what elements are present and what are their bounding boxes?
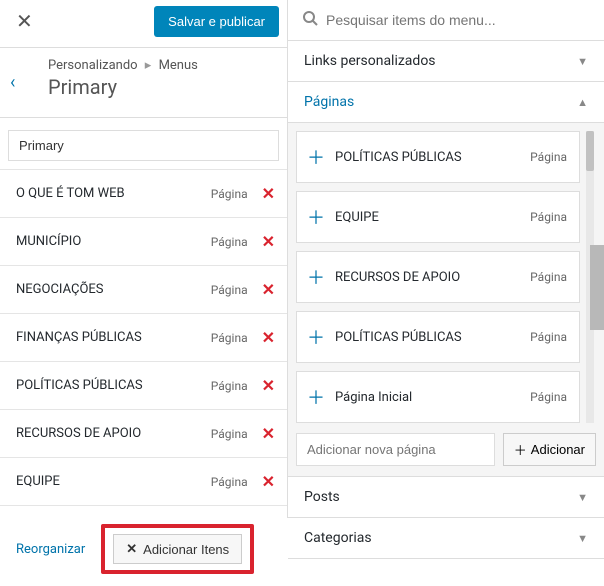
back-icon[interactable]: ‹ [10, 72, 15, 93]
menu-item-type: Página [211, 187, 248, 201]
search-row [288, 0, 604, 41]
menu-item-row[interactable]: RECURSOS DE APOIO Página ✕ [0, 410, 287, 458]
section-label: Categorias [304, 530, 372, 546]
available-page-title: Página Inicial [335, 390, 412, 405]
add-page-button[interactable]: ＋ Adicionar [503, 433, 596, 466]
remove-icon[interactable]: ✕ [262, 472, 275, 491]
page-title: Primary [48, 75, 287, 99]
topbar: ✕ Salvar e publicar [0, 0, 287, 48]
new-page-input[interactable] [296, 433, 495, 466]
menu-item-type: Página [211, 427, 248, 441]
remove-icon[interactable]: ✕ [262, 184, 275, 203]
remove-icon[interactable]: ✕ [262, 280, 275, 299]
available-page-type: Página [530, 330, 567, 344]
available-page-type: Página [530, 150, 567, 164]
breadcrumb-customizing: Personalizando [48, 58, 138, 73]
chevron-down-icon: ▼ [577, 491, 588, 504]
menu-item-row[interactable]: EQUIPE Página ✕ [0, 458, 287, 506]
available-page-title: POLÍTICAS PÚBLICAS [335, 330, 462, 345]
available-page-title: POLÍTICAS PÚBLICAS [335, 150, 462, 165]
menu-item-type: Página [211, 379, 248, 393]
menu-item-row[interactable]: MUNICÍPIO Página ✕ [0, 218, 287, 266]
available-page-type: Página [530, 390, 567, 404]
menu-items-list: O QUE É TOM WEB Página ✕ MUNICÍPIO Página… [0, 169, 287, 506]
available-page-type: Página [530, 210, 567, 224]
add-items-label: Adicionar Itens [143, 542, 229, 557]
close-icon[interactable]: ✕ [8, 5, 41, 37]
close-icon: ✕ [126, 541, 137, 557]
chevron-down-icon: ▼ [577, 532, 588, 545]
section-pages[interactable]: Páginas ▲ [288, 82, 604, 123]
chevron-right-icon: ▸ [145, 58, 152, 73]
section-label: Links personalizados [304, 53, 436, 69]
menu-item-label: FINANÇAS PÚBLICAS [16, 330, 142, 345]
section-label: Páginas [304, 94, 354, 110]
save-publish-button[interactable]: Salvar e publicar [154, 6, 279, 37]
menu-item-type: Página [211, 235, 248, 249]
available-pages-list: ＋ POLÍTICAS PÚBLICAS Página ＋ EQUIPE Págin… [296, 131, 596, 423]
menu-item-row[interactable]: O QUE É TOM WEB Página ✕ [0, 170, 287, 218]
menu-item-label: EQUIPE [16, 474, 60, 489]
scrollbar-thumb[interactable] [590, 245, 604, 330]
available-page-row[interactable]: ＋ Página Inicial Página [296, 371, 580, 423]
search-input[interactable] [326, 12, 590, 28]
menu-name-input[interactable] [8, 130, 279, 161]
remove-icon[interactable]: ✕ [262, 424, 275, 443]
customizer-sidebar: ✕ Salvar e publicar ‹ Personalizando ▸ M… [0, 0, 288, 518]
add-new-page-row: ＋ Adicionar [296, 431, 596, 466]
plus-icon: ＋ [307, 144, 325, 170]
section-custom-links[interactable]: Links personalizados ▼ [288, 41, 604, 82]
menu-item-label: RECURSOS DE APOIO [16, 426, 141, 441]
section-label: Posts [304, 489, 340, 505]
remove-icon[interactable]: ✕ [262, 328, 275, 347]
remove-icon[interactable]: ✕ [262, 232, 275, 251]
section-posts[interactable]: Posts ▼ [288, 477, 604, 518]
chevron-up-icon: ▲ [577, 96, 588, 109]
menu-item-label: O QUE É TOM WEB [16, 186, 125, 201]
available-page-title: RECURSOS DE APOIO [335, 270, 460, 285]
breadcrumb: ‹ Personalizando ▸ Menus Primary [0, 48, 287, 118]
menu-item-row[interactable]: FINANÇAS PÚBLICAS Página ✕ [0, 314, 287, 362]
add-items-highlight: ✕ Adicionar Itens [101, 524, 254, 574]
chevron-down-icon: ▼ [577, 55, 588, 68]
plus-icon: ＋ [307, 324, 325, 350]
panel-scrollbar[interactable] [590, 0, 604, 518]
remove-icon[interactable]: ✕ [262, 376, 275, 395]
breadcrumb-menus[interactable]: Menus [159, 58, 198, 73]
available-page-type: Página [530, 270, 567, 284]
plus-icon: ＋ [307, 264, 325, 290]
menu-item-label: NEGOCIAÇÕES [16, 282, 104, 297]
available-page-row[interactable]: ＋ RECURSOS DE APOIO Página [296, 251, 580, 303]
menu-item-type: Página [211, 475, 248, 489]
menu-item-label: MUNICÍPIO [16, 234, 81, 249]
search-icon [302, 10, 318, 30]
section-categories[interactable]: Categorias ▼ [288, 518, 604, 559]
available-page-title: EQUIPE [335, 210, 379, 225]
menu-item-row[interactable]: NEGOCIAÇÕES Página ✕ [0, 266, 287, 314]
add-page-label: Adicionar [531, 442, 585, 457]
menu-item-type: Página [211, 331, 248, 345]
available-page-row[interactable]: ＋ POLÍTICAS PÚBLICAS Página [296, 311, 580, 363]
menu-item-row[interactable]: POLÍTICAS PÚBLICAS Página ✕ [0, 362, 287, 410]
reorganize-link[interactable]: Reorganizar [16, 542, 85, 557]
available-page-row[interactable]: ＋ EQUIPE Página [296, 191, 580, 243]
pages-body: ＋ POLÍTICAS PÚBLICAS Página ＋ EQUIPE Págin… [288, 123, 604, 477]
plus-icon: ＋ [307, 384, 325, 410]
menu-item-type: Página [211, 283, 248, 297]
menu-item-label: POLÍTICAS PÚBLICAS [16, 378, 143, 393]
menu-name-field-wrap [8, 130, 279, 161]
plus-icon: ＋ [514, 440, 527, 459]
available-items-panel: Links personalizados ▼ Páginas ▲ ＋ POLÍTI… [288, 0, 604, 518]
add-items-button[interactable]: ✕ Adicionar Itens [113, 534, 242, 564]
available-page-row[interactable]: ＋ POLÍTICAS PÚBLICAS Página [296, 131, 580, 183]
plus-icon: ＋ [307, 204, 325, 230]
bottom-actions: Reorganizar ✕ Adicionar Itens [0, 512, 287, 586]
